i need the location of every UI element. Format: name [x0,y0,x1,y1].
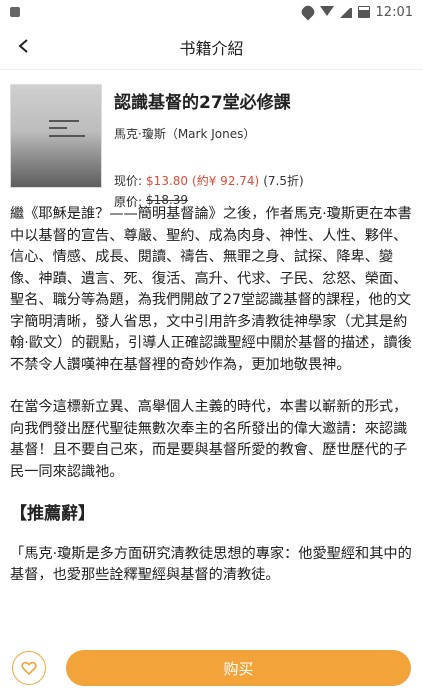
battery-icon [357,6,370,18]
current-price: $13.80 [146,174,189,188]
recommendation-heading: 【推薦辭】 [10,504,95,524]
current-price-label: 现价: [114,174,143,188]
cover-text-line [49,127,67,129]
status-time: 12:01 [375,4,413,20]
book-meta: 認識基督的27堂必修課 馬克·瓊斯（Mark Jones） 现价: $13.80… [114,84,413,209]
buy-button[interactable]: 购买 [66,650,411,686]
price-row: 现价: $13.80 (約¥ 92.74) (7.5折) [114,172,413,189]
favorite-button[interactable] [12,651,46,685]
recommendation-paragraph: 「馬克·瓊斯是多方面研究清教徒思想的專家：他愛聖經和其中的基督，也愛那些詮釋聖經… [10,545,412,584]
nav-bar: 书籍介紹 [0,24,423,70]
notification-icon [10,7,20,17]
cover-text-line [49,120,79,122]
wifi-icon [319,6,334,18]
heart-icon [21,661,37,675]
book-header: 認識基督的27堂必修課 馬克·瓊斯（Mark Jones） 现价: $13.80… [0,72,423,209]
signal-icon [339,6,352,18]
description-paragraph: 在當今這標新立異、高舉個人主義的時代，本書以嶄新的形式，向我們發出歷代聖徒無數次… [10,399,408,480]
back-button[interactable] [12,34,36,58]
book-title: 認識基督的27堂必修課 [114,93,291,113]
book-cover-image[interactable] [10,84,102,188]
chevron-left-icon [18,39,28,53]
status-bar: 12:01 [0,0,423,24]
current-price-rmb: (約¥ 92.74) [192,174,260,188]
bottom-action-bar: 购买 [0,636,423,700]
location-icon [299,3,317,21]
status-icons: 12:01 [299,3,413,21]
cover-text-line [49,135,85,137]
book-author: 馬克·瓊斯（Mark Jones） [114,127,256,141]
discount-badge: (7.5折) [263,174,304,188]
page-title: 书籍介紹 [179,38,244,58]
description-paragraph: 繼《耶穌是誰？——簡明基督論》之後，作者馬克·瓊斯更在本書中以基督的宣告、尊嚴、… [10,206,412,373]
book-description: 繼《耶穌是誰？——簡明基督論》之後，作者馬克·瓊斯更在本書中以基督的宣告、尊嚴、… [10,204,413,608]
